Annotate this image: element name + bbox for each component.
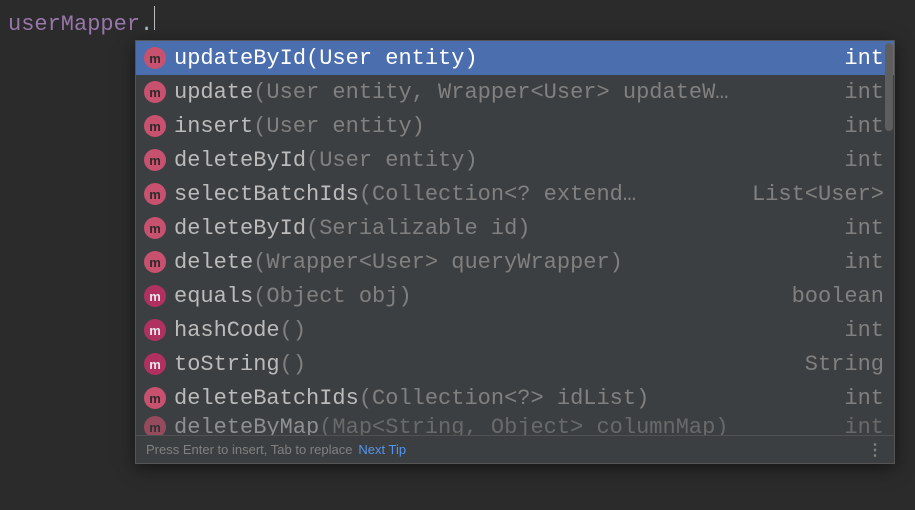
suggestion-list[interactable]: mupdateById(User entity)intmupdate(User … (136, 41, 894, 435)
method-icon: m (144, 353, 166, 375)
suggestion-item[interactable]: mequals(Object obj) boolean (136, 279, 894, 313)
method-name: insert (174, 114, 253, 139)
method-icon: m (144, 251, 166, 273)
return-type: List<User> (752, 182, 884, 207)
suggestion-item[interactable]: mupdate(User entity, Wrapper<User> updat… (136, 75, 894, 109)
suggestion-item[interactable]: m toString() String (136, 347, 894, 381)
return-type: String (805, 352, 884, 377)
code-line[interactable]: userMapper . (8, 6, 155, 37)
method-icon: m (144, 81, 166, 103)
scrollbar[interactable] (884, 41, 894, 435)
method-name: equals (174, 284, 253, 309)
method-params: (Object obj) (253, 284, 411, 309)
method-name: deleteBatchIds (174, 386, 359, 411)
method-params: (Serializable id) (306, 216, 530, 241)
method-icon: m (144, 149, 166, 171)
return-type: int (844, 46, 884, 71)
return-type: int (844, 318, 884, 343)
return-type: int (844, 415, 884, 435)
method-params: (Map<String, Object> columnMap) (319, 415, 728, 435)
method-name: hashCode (174, 318, 280, 343)
method-name: delete (174, 250, 253, 275)
method-params: () (280, 352, 306, 377)
dot-token: . (140, 12, 153, 37)
suggestion-item-partial[interactable]: m deleteByMap(Map<String, Object> columnM… (136, 415, 894, 435)
method-name: deleteById (174, 216, 306, 241)
return-type: int (844, 250, 884, 275)
suggestion-item[interactable]: minsert(User entity) int (136, 109, 894, 143)
method-icon: m (144, 416, 166, 435)
return-type: int (844, 148, 884, 173)
method-params: (User entity) (306, 148, 478, 173)
more-menu-icon[interactable]: ⋮ (865, 440, 884, 460)
method-icon: m (144, 115, 166, 137)
suggestion-item[interactable]: m selectBatchIds(Collection<? extend… List… (136, 177, 894, 211)
method-icon: m (144, 387, 166, 409)
return-type: int (844, 386, 884, 411)
return-type: int (844, 114, 884, 139)
method-name: toString (174, 352, 280, 377)
method-params: (User entity) (253, 114, 425, 139)
identifier-token: userMapper (8, 12, 140, 37)
method-name: deleteByMap (174, 415, 319, 435)
method-icon: m (144, 285, 166, 307)
method-name: selectBatchIds (174, 182, 359, 207)
method-name: deleteById (174, 148, 306, 173)
completion-popup: mupdateById(User entity)intmupdate(User … (135, 40, 895, 464)
method-params: (User entity, Wrapper<User> updateW… (253, 80, 728, 105)
method-params: (Wrapper<User> queryWrapper) (253, 250, 623, 275)
suggestion-item[interactable]: m updateById(User entity) int (136, 41, 894, 75)
suggestion-item[interactable]: mdelete(Wrapper<User> queryWrapper) int (136, 245, 894, 279)
method-icon: m (144, 217, 166, 239)
text-cursor (154, 6, 155, 30)
method-params: (User entity) (306, 46, 478, 71)
return-type: int (844, 80, 884, 105)
popup-footer: Press Enter to insert, Tab to replace Ne… (136, 435, 894, 463)
method-params: (Collection<? extend… (359, 182, 636, 207)
method-icon: m (144, 183, 166, 205)
return-type: int (844, 216, 884, 241)
method-params: (Collection<?> idList) (359, 386, 649, 411)
return-type: boolean (792, 284, 884, 309)
method-icon: m (144, 319, 166, 341)
suggestion-item[interactable]: m deleteById(User entity) int (136, 143, 894, 177)
footer-hint: Press Enter to insert, Tab to replace (146, 442, 352, 457)
scrollbar-thumb[interactable] (885, 43, 893, 131)
suggestion-item[interactable]: m deleteById(Serializable id) int (136, 211, 894, 245)
next-tip-link[interactable]: Next Tip (358, 442, 406, 457)
method-name: update (174, 80, 253, 105)
method-name: updateById (174, 46, 306, 71)
method-icon: m (144, 47, 166, 69)
suggestion-item[interactable]: m hashCode() int (136, 313, 894, 347)
suggestion-item[interactable]: m deleteBatchIds(Collection<?> idList) int (136, 381, 894, 415)
method-params: () (280, 318, 306, 343)
